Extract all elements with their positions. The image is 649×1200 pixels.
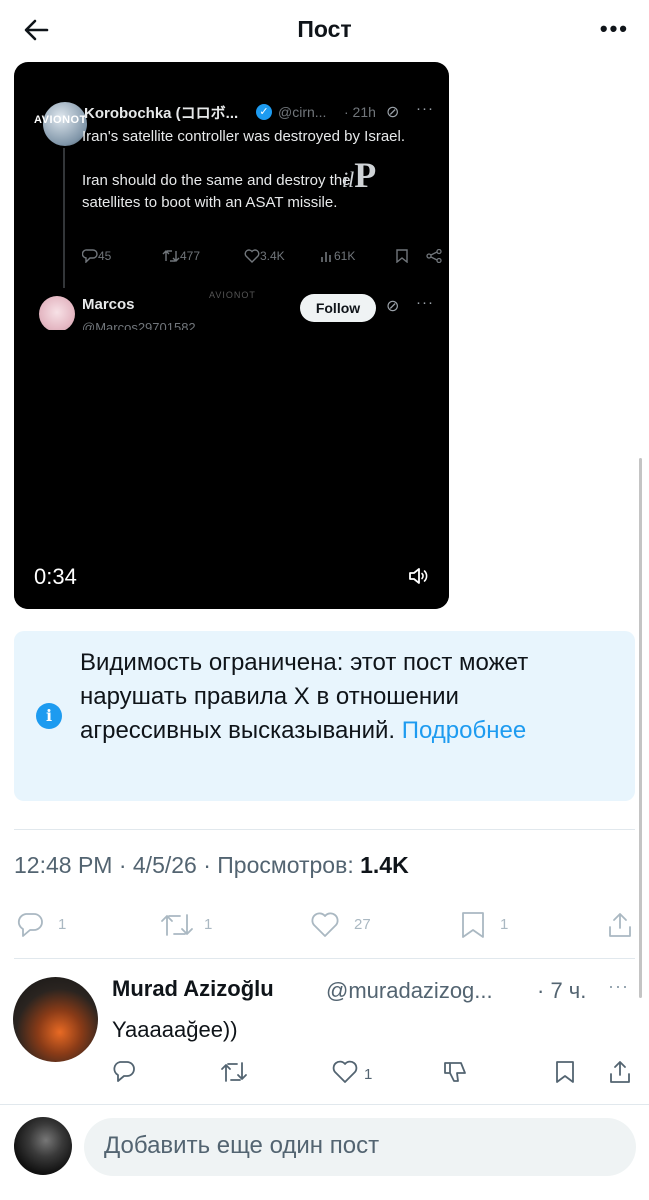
mute-toggle-button[interactable] <box>406 564 430 588</box>
reply-icon <box>17 913 43 937</box>
heart-icon <box>244 249 260 263</box>
reply-author-name[interactable]: Murad Azizoğlu <box>112 976 274 1002</box>
repost-icon <box>221 1062 247 1082</box>
top-bar: Пост ••• <box>0 0 649 58</box>
notice-text: Видимость ограничена: этот пост может на… <box>80 649 529 744</box>
user-avatar[interactable] <box>14 1117 72 1175</box>
embedded-reply-avatar <box>39 296 75 332</box>
video-duration: 0:34 <box>34 564 77 589</box>
post-meta: 12:48 PM · 4/5/26 · Просмотров: 1.4K <box>14 852 409 879</box>
like-count: 27 <box>354 916 371 933</box>
watermark-2: AVIONOT <box>209 290 256 300</box>
divider <box>14 958 635 959</box>
scrollbar[interactable] <box>639 458 642 998</box>
video-player[interactable]: AVIONOT Korobochka (コロボ... ✓ @cirn... · … <box>14 62 449 609</box>
embedded-bookmark <box>396 249 408 266</box>
embedded-view-count: 61K <box>320 249 355 264</box>
bookmark-icon <box>462 912 484 938</box>
watermark: AVIONOT <box>34 114 87 126</box>
reply-more-button[interactable]: ··· <box>608 976 629 997</box>
compose-box[interactable] <box>84 1118 636 1176</box>
embedded-reply-handle: @Marcos29701582 <box>82 320 196 330</box>
page-title: Пост <box>297 16 352 42</box>
thread-line <box>63 148 65 288</box>
grok-icon: ⊘ <box>386 104 400 121</box>
embedded-tweet-handle: @cirn... <box>278 104 327 120</box>
reply-actions: 1 <box>0 1058 649 1090</box>
bookmark-count: 1 <box>500 916 509 933</box>
embedded-share <box>426 248 442 266</box>
embedded-tweet-actions: 45 477 3.4K 61K <box>81 248 442 271</box>
bookmark-icon <box>556 1061 574 1083</box>
info-icon: i <box>36 703 62 729</box>
more-horizontal-icon: ••• <box>599 16 629 41</box>
reply-count: 1 <box>58 916 67 933</box>
compose-input[interactable] <box>104 1132 604 1160</box>
speaker-icon <box>409 568 428 584</box>
reply-icon <box>113 1061 135 1082</box>
learn-more-link[interactable]: Подробнее <box>402 717 526 744</box>
heart-icon <box>332 1060 358 1083</box>
channel-logo: ilP <box>342 154 376 196</box>
reply-icon <box>81 249 98 264</box>
post-actions: 1 1 27 1 <box>0 905 649 945</box>
logo-il: il <box>342 167 355 192</box>
visibility-notice: i Видимость ограничена: этот пост может … <box>14 631 635 801</box>
more-options-button[interactable]: ••• <box>600 16 629 42</box>
embedded-tweet-time: · 21h <box>344 104 376 120</box>
divider <box>14 829 635 830</box>
repost-count: 1 <box>204 916 213 933</box>
view-count: 1.4K <box>360 852 409 878</box>
embedded-follow-button: Follow <box>300 294 376 322</box>
repost-icon <box>162 250 180 262</box>
reply-like-count: 1 <box>364 1066 373 1083</box>
embedded-more-icon: ··· <box>416 100 434 117</box>
repost-icon <box>161 914 193 936</box>
post-datetime: 12:48 PM · 4/5/26 · Просмотров: <box>14 852 354 878</box>
reply-avatar[interactable] <box>13 977 98 1062</box>
reply-author-handle[interactable]: @muradazizog... <box>326 978 540 1004</box>
embedded-reply-count: 45 <box>81 249 111 264</box>
grok-icon-2: ⊘ <box>386 298 400 315</box>
share-icon <box>609 913 631 937</box>
heart-icon <box>311 912 339 937</box>
verified-badge-icon: ✓ <box>256 104 272 120</box>
embedded-repost-count: 477 <box>162 249 200 264</box>
embedded-like-count: 3.4K <box>244 249 285 264</box>
embedded-tweet-name: Korobochka (コロボ... <box>84 105 239 122</box>
share-icon <box>610 1061 630 1083</box>
more-horizontal-icon: ··· <box>608 976 629 996</box>
video-black-area <box>14 330 449 609</box>
logo-p: P <box>354 155 377 195</box>
divider <box>0 1104 649 1105</box>
views-icon <box>321 252 331 262</box>
bookmark-icon <box>396 249 408 264</box>
embedded-reply-name: Marcos <box>82 296 135 313</box>
thumbs-down-icon <box>444 1062 466 1082</box>
reply-time: · 7 ч. <box>537 978 587 1003</box>
share-icon <box>426 248 442 264</box>
reply-text: Yaaaaağee)) <box>112 1017 238 1042</box>
embedded-more-icon-2: ··· <box>416 294 434 311</box>
embedded-tweet-text-1: Iran's satellite controller was destroye… <box>82 128 406 145</box>
